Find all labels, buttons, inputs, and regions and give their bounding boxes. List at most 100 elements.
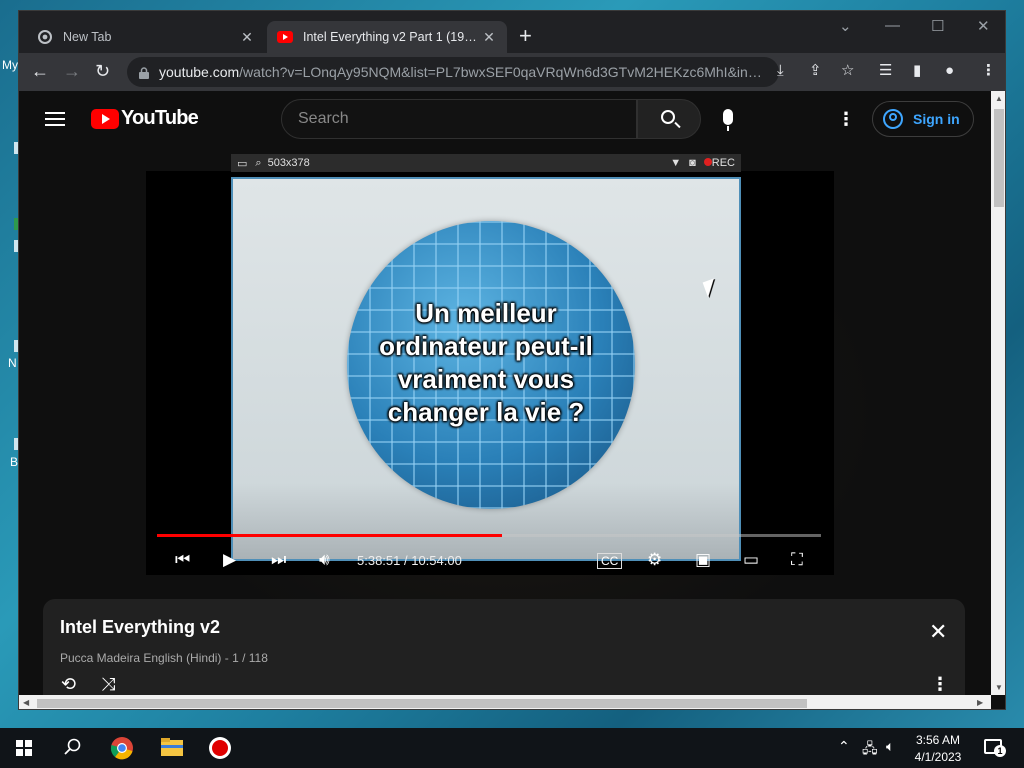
forward-icon[interactable]: → <box>63 62 81 80</box>
miniplayer-icon[interactable]: ▣ <box>695 550 711 570</box>
youtube-page: YouTube Search ⋮ Sign in ▭ ⌕ 503x378 ▼ ◙… <box>19 91 991 695</box>
side-panel-icon[interactable]: ▮ <box>913 63 921 79</box>
settings-gear-icon[interactable]: ⚙ <box>647 550 662 570</box>
tab-title: Intel Everything v2 Part 1 (1984-2 <box>303 30 481 44</box>
search-input[interactable]: Search <box>281 99 637 139</box>
chrome-icon <box>37 29 53 45</box>
captions-icon[interactable]: CC <box>597 553 623 569</box>
search-icon[interactable] <box>64 738 82 762</box>
video-time: 5:38:51 / 10:54:00 <box>357 553 462 568</box>
scroll-thumb[interactable] <box>37 699 807 708</box>
zoom-icon[interactable]: ⌕ <box>255 157 261 170</box>
scroll-up-icon[interactable]: ▲ <box>995 94 1003 103</box>
overlay-line: ordinateur peut-il <box>379 331 593 361</box>
chrome-menu-icon[interactable]: ⋮ <box>981 63 996 79</box>
notification-count: 1 <box>994 745 1006 757</box>
clock-date: 4/1/2023 <box>914 750 962 764</box>
record-dot-icon <box>703 158 712 166</box>
search-placeholder: Search <box>298 110 349 127</box>
notification-center-icon[interactable]: 1 <box>984 739 1006 757</box>
close-window-icon[interactable]: ✕ <box>977 17 990 35</box>
youtube-play-icon <box>91 108 119 129</box>
menu-icon[interactable] <box>45 112 65 126</box>
screen-recorder-icon[interactable] <box>208 736 232 760</box>
profile-icon[interactable]: ● <box>945 63 954 79</box>
playlist-panel: Intel Everything v2 Pucca Madeira Englis… <box>43 599 965 695</box>
video-progress-bar[interactable] <box>157 534 821 537</box>
lock-icon <box>139 66 149 79</box>
horizontal-scrollbar[interactable]: ◀ ▶ <box>19 695 991 709</box>
theater-mode-icon[interactable]: ▭ <box>743 550 759 570</box>
close-playlist-icon[interactable]: ✕ <box>929 621 947 643</box>
record-label: REC <box>711 157 735 169</box>
dropdown-icon[interactable]: ▼ <box>670 157 681 169</box>
minimize-icon[interactable]: — <box>885 17 900 34</box>
windows-start-icon[interactable] <box>16 740 32 764</box>
taskbar: ⌃ 🖧︎ 🔈︎ 3:56 AM 4/1/2023 1 <box>0 728 1024 768</box>
fullscreen-icon[interactable]: ⛶ <box>791 550 803 570</box>
shuffle-icon[interactable]: ⤨ <box>101 675 115 693</box>
search-button[interactable] <box>637 99 701 139</box>
overlay-line: vraiment vous <box>397 364 575 394</box>
microphone-icon[interactable] <box>723 109 733 131</box>
screen-icon[interactable]: ▭ <box>237 157 247 170</box>
overlay-line: changer la vie ? <box>387 397 585 427</box>
search-icon <box>661 110 675 124</box>
show-hidden-icons-icon[interactable]: ⌃ <box>838 738 850 755</box>
playlist-menu-icon[interactable]: ⋮ <box>931 675 949 693</box>
tab-strip: New Tab ✕ Intel Everything v2 Part 1 (19… <box>19 11 1005 53</box>
vertical-scrollbar[interactable]: ▲ ▼ <box>991 91 1005 695</box>
network-icon[interactable]: 🖧︎ <box>862 738 878 762</box>
play-icon[interactable]: ▶ <box>223 550 236 570</box>
progress-fill <box>157 534 503 537</box>
youtube-logo[interactable]: YouTube <box>91 107 199 130</box>
close-tab-icon[interactable]: ✕ <box>239 29 255 46</box>
reload-icon[interactable]: ↻ <box>95 62 110 80</box>
desktop-label-fragment: My <box>2 58 18 72</box>
scroll-thumb[interactable] <box>994 109 1004 207</box>
capture-tool-bar: ▭ ⌕ 503x378 ▼ ◙ REC <box>231 154 741 172</box>
url-host: youtube.com <box>159 64 240 80</box>
scroll-down-icon[interactable]: ▼ <box>995 683 1003 692</box>
file-explorer-icon[interactable] <box>160 736 184 760</box>
desktop-label-fragment: B <box>10 455 19 469</box>
bookmark-star-icon[interactable]: ☆ <box>841 63 854 79</box>
desktop-label-fragment: N <box>8 356 17 370</box>
share-icon[interactable]: ⇪ <box>809 63 822 79</box>
previous-icon[interactable]: ⏮ <box>175 550 190 570</box>
url-text: youtube.com/watch?v=LOnqAy95NQM&list=PL7… <box>159 64 769 80</box>
browser-toolbar: ← → ↻ youtube.com/watch?v=LOnqAy95NQM&li… <box>19 53 1005 91</box>
tab-new-tab[interactable]: New Tab ✕ <box>27 21 265 53</box>
system-clock[interactable]: 3:56 AM 4/1/2023 <box>904 732 972 766</box>
close-tab-icon[interactable]: ✕ <box>481 29 497 46</box>
sign-in-label: Sign in <box>913 111 960 127</box>
tab-title: New Tab <box>63 30 112 44</box>
scroll-right-icon[interactable]: ▶ <box>977 698 983 707</box>
back-icon[interactable]: ← <box>31 62 49 80</box>
overlay-line: Un meilleur <box>415 298 557 328</box>
record-button[interactable]: REC <box>703 157 735 169</box>
new-tab-icon[interactable]: + <box>519 25 532 47</box>
scroll-left-icon[interactable]: ◀ <box>23 698 29 707</box>
media-controls-icon[interactable]: ☰ <box>879 63 892 79</box>
loop-icon[interactable]: ⟲ <box>61 675 76 693</box>
capture-size: 503x378 <box>267 157 310 169</box>
chrome-taskbar-icon[interactable] <box>110 736 134 760</box>
video-frame[interactable]: Un meilleur ordinateur peut-il vraiment … <box>231 177 741 561</box>
address-bar[interactable]: youtube.com/watch?v=LOnqAy95NQM&list=PL7… <box>127 57 779 87</box>
youtube-icon <box>277 29 293 45</box>
tab-youtube-video[interactable]: Intel Everything v2 Part 1 (1984-2 ✕ <box>267 21 507 53</box>
playlist-title[interactable]: Intel Everything v2 <box>60 617 220 638</box>
tab-search-icon[interactable]: ⌄ <box>839 17 852 35</box>
account-icon <box>883 109 903 129</box>
volume-tray-icon[interactable]: 🔈︎ <box>886 738 894 755</box>
camera-icon[interactable]: ◙ <box>689 157 696 169</box>
settings-menu-icon[interactable]: ⋮ <box>837 110 855 128</box>
playlist-subtitle: Pucca Madeira English (Hindi) - 1 / 118 <box>60 651 268 665</box>
maximize-icon[interactable]: ☐ <box>931 17 944 35</box>
volume-icon[interactable]: 🔊︎ <box>319 550 330 570</box>
url-path: /watch?v=LOnqAy95NQM&list=PL7bwxSEF0qaVR… <box>239 64 769 80</box>
next-icon[interactable]: ⏭ <box>271 550 286 570</box>
sign-in-button[interactable]: Sign in <box>872 101 974 137</box>
install-app-icon[interactable]: ⤓ <box>777 63 784 79</box>
